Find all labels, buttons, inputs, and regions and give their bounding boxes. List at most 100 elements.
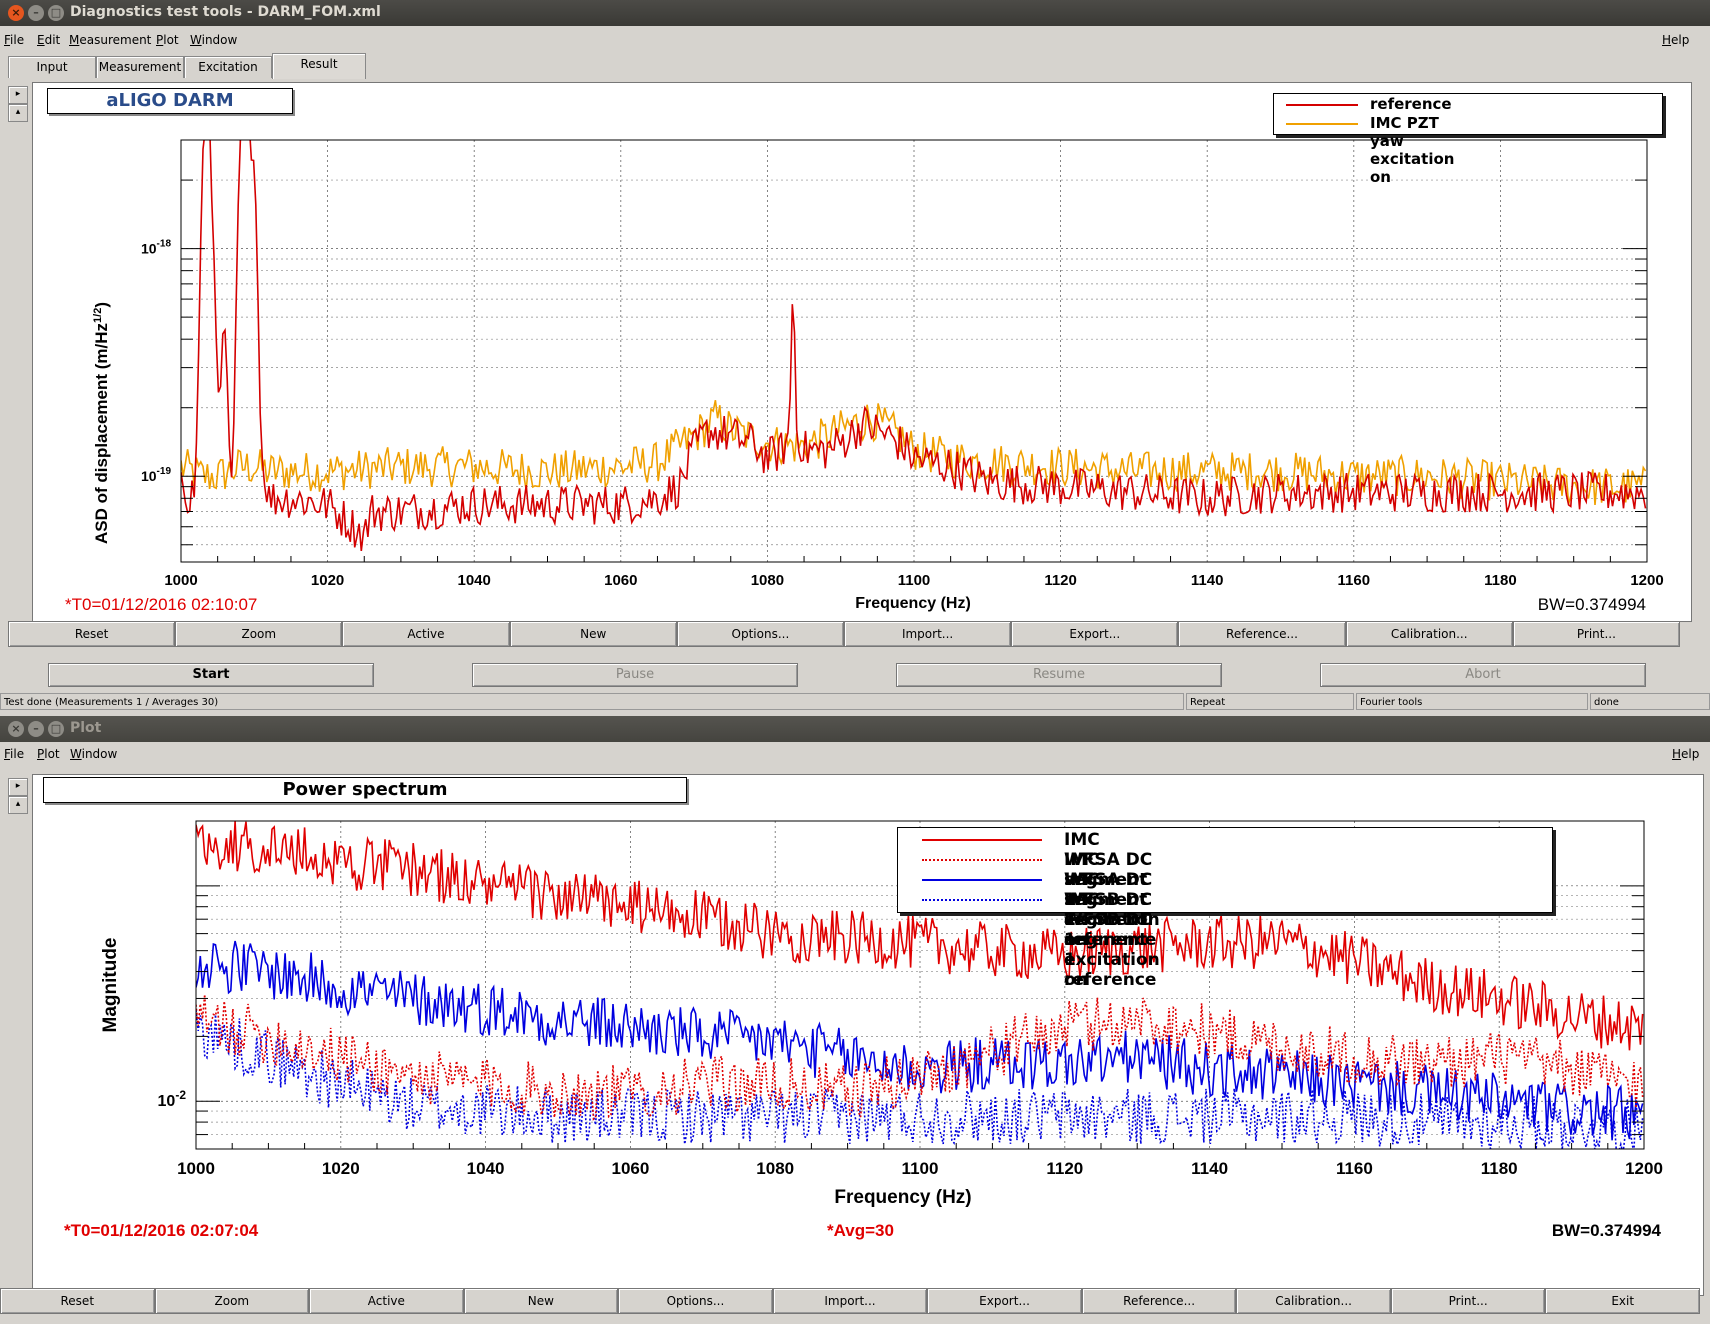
import-button[interactable]: Import... [844,621,1012,647]
x-tick-label: 1180 [1484,572,1517,589]
abort-button[interactable]: Abort [1320,663,1646,687]
x-tick-label: 1040 [467,1159,505,1178]
legend-label: IMC PZT yaw excitation on [1370,114,1455,186]
maximize-icon[interactable]: □ [48,721,64,737]
close-icon[interactable]: × [8,721,24,737]
scroll-up-button[interactable]: ▸ [8,778,28,796]
window-diagnostics: × – □ Diagnostics test tools - DARM_FOM.… [0,0,1710,714]
active-button[interactable]: Active [342,621,510,647]
menu-window[interactable]: Window [190,33,237,47]
plot-button-row: Reset Zoom Active New Options... Import... Exp… [0,1288,1700,1314]
reference-button[interactable]: Reference... [1178,621,1346,647]
options-button[interactable]: Options... [676,621,844,647]
x-tick-label: 1200 [1625,1159,1663,1178]
options-button[interactable]: Options... [618,1288,773,1314]
reset-button[interactable]: Reset [0,1288,155,1314]
x-tick-label: 1060 [611,1159,649,1178]
close-icon[interactable]: × [8,5,24,21]
legend-label: IMC WFSB DC segment 1 reference [1064,890,1157,990]
legend: reference IMC PZT yaw excitation on [1273,93,1663,186]
x-tick-label: 1120 [1044,572,1077,589]
legend-swatch [922,899,1042,901]
t0-timestamp: *T0=01/12/2016 02:10:07 [65,595,257,614]
x-tick-label: 1200 [1630,572,1663,589]
control-button-row: Start Pause Resume Abort [0,663,1710,689]
t0-timestamp: *T0=01/12/2016 02:07:04 [64,1221,259,1240]
calibration-button[interactable]: Calibration... [1345,621,1513,647]
x-tick-label: 1120 [1046,1159,1083,1178]
menubar: File Edit Measurement Plot Window Help [0,28,1710,50]
x-tick-label: 1140 [1191,572,1224,589]
minimize-icon[interactable]: – [28,721,44,737]
x-tick-label: 1000 [164,572,197,589]
titlebar[interactable]: × – □ Diagnostics test tools - DARM_FOM.… [0,0,1710,26]
legend-label: reference [1370,95,1452,113]
window-title: Plot [70,720,102,736]
status-message: Test done (Measurements 1 / Averages 30) [0,693,1184,710]
power-spectrum-canvas[interactable]: Power spectrum 1000 1020 1040 1060 1080 1100 1… [32,774,1704,1296]
series-line-0 [181,140,1647,551]
menu-edit[interactable]: Edit [37,33,60,47]
bandwidth-label: BW=0.374994 [1538,595,1646,614]
reference-button[interactable]: Reference... [1081,1288,1237,1314]
scroll-down-button[interactable]: ▴ [8,796,28,814]
x-tick-label: 1080 [751,572,784,589]
import-button[interactable]: Import... [772,1288,928,1314]
new-button[interactable]: New [509,621,677,647]
zoom-button[interactable]: Zoom [154,1288,310,1314]
menubar: File Plot Window Help [0,742,1710,764]
x-tick-label: 1100 [898,572,931,589]
x-tick-label: 1080 [756,1159,794,1178]
print-button[interactable]: Print... [1390,1288,1546,1314]
menu-window[interactable]: Window [70,747,117,761]
series-line-1 [181,400,1647,505]
y-tick-label: 10-19 [141,466,171,484]
x-axis-label: Frequency (Hz) [855,595,971,612]
menu-file[interactable]: File [4,747,24,761]
menu-help[interactable]: Help [1662,33,1689,47]
reset-button[interactable]: Reset [8,621,176,647]
active-button[interactable]: Active [309,1288,464,1314]
menu-measurement[interactable]: Measurement [69,33,151,47]
calibration-button[interactable]: Calibration... [1236,1288,1391,1314]
scroll-up-button[interactable]: ▸ [8,86,28,104]
darm-plot-canvas[interactable]: aLIGO DARM 1000 1020 1040 1060 1080 1100 1120 1… [32,82,1692,622]
scroll-down-button[interactable]: ▴ [8,104,28,122]
menu-plot[interactable]: Plot [37,747,60,761]
minimize-icon[interactable]: – [28,5,44,21]
pause-button[interactable]: Pause [472,663,798,687]
start-button[interactable]: Start [48,663,374,687]
export-button[interactable]: Export... [927,1288,1082,1314]
zoom-button[interactable]: Zoom [175,621,343,647]
tab-measurement[interactable]: Measurement [96,56,184,78]
new-button[interactable]: New [463,1288,619,1314]
status-tools: Fourier tools [1356,693,1588,710]
x-axis-label: Frequency (Hz) [834,1187,971,1208]
export-button[interactable]: Export... [1011,621,1179,647]
legend-swatch [922,879,1042,881]
y-axis-label: ASD of displacement (m/Hz1/2) [92,302,111,544]
titlebar[interactable]: × – □ Plot [0,716,1710,742]
menu-help[interactable]: Help [1672,747,1699,761]
y-tick-label: 10-18 [141,239,171,257]
x-tick-label: 1020 [311,572,344,589]
menu-file[interactable]: File [4,33,24,47]
exit-button[interactable]: Exit [1545,1288,1700,1314]
x-tick-label: 1000 [177,1159,215,1178]
x-tick-label: 1180 [1481,1159,1518,1178]
x-tick-label: 1140 [1191,1159,1228,1178]
x-tick-label: 1020 [322,1159,360,1178]
tab-excitation[interactable]: Excitation [184,56,272,78]
menu-plot[interactable]: Plot [156,33,179,47]
tab-input[interactable]: Input [8,56,96,78]
avg-label: *Avg=30 [827,1221,894,1240]
maximize-icon[interactable]: □ [48,5,64,21]
resume-button[interactable]: Resume [896,663,1222,687]
print-button[interactable]: Print... [1512,621,1680,647]
y-axis-label: Magnitude [100,938,121,1033]
legend-swatch [922,839,1042,841]
x-tick-label: 1100 [902,1159,939,1178]
tab-result[interactable]: Result [272,53,366,79]
window-title: Diagnostics test tools - DARM_FOM.xml [70,4,381,20]
window-plot: × – □ Plot File Plot Window Help ▸ ▴ Pow… [0,716,1710,1324]
